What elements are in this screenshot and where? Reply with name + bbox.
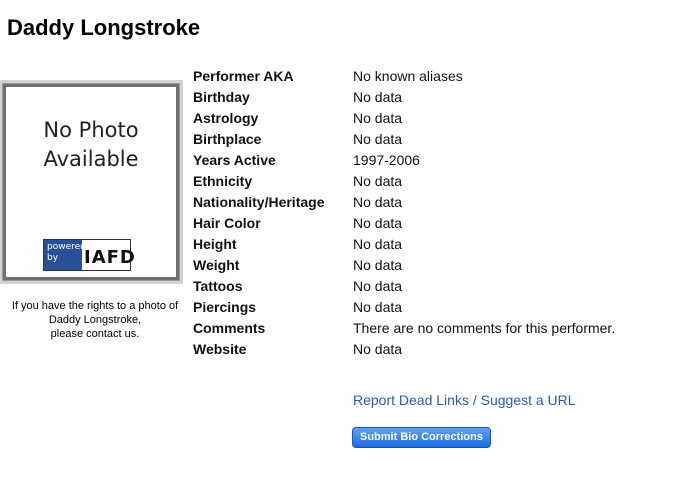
bio-row-astrology: Astrology No data: [193, 108, 663, 129]
bio-label: Hair Color: [193, 215, 261, 231]
bio-row-hair-color: Hair Color No data: [193, 213, 663, 234]
rights-line-3: please contact us.: [50, 328, 140, 340]
bio-label: Performer AKA: [193, 68, 294, 84]
bio-row-birthday: Birthday No data: [193, 87, 663, 108]
bio-label: Nationality/Heritage: [193, 194, 325, 210]
performer-page: Daddy Longstroke No Photo Available powe…: [0, 0, 676, 477]
bio-value: No data: [353, 299, 403, 315]
bio-value: No data: [353, 341, 403, 357]
bio-value: No data: [353, 194, 403, 210]
bio-row-piercings: Piercings No data: [193, 297, 663, 318]
bio-label: Years Active: [193, 152, 276, 168]
bio-value: No data: [353, 89, 403, 105]
bio-label: Website: [193, 341, 247, 357]
bio-value: No known aliases: [353, 68, 463, 84]
bio-label: Height: [193, 236, 237, 252]
bio-value: No data: [353, 257, 403, 273]
bio-value: There are no comments for this performer…: [353, 320, 616, 336]
photo-rights-notice: If you have the rights to a photo of Dad…: [2, 299, 188, 341]
bio-label: Weight: [193, 257, 240, 273]
by-text: by: [47, 253, 59, 263]
bio-label: Birthday: [193, 89, 250, 105]
bio-row-years-active: Years Active 1997-2006: [193, 150, 663, 171]
powered-text: powered: [47, 242, 86, 252]
bio-value: No data: [353, 236, 403, 252]
iafd-brand-text: IAFD: [84, 247, 136, 268]
no-photo-line-1: No Photo: [43, 118, 139, 142]
bio-row-tattoos: Tattoos No data: [193, 276, 663, 297]
bio-label: Ethnicity: [193, 173, 253, 189]
performer-photo-placeholder: No Photo Available powered by IAFD: [2, 83, 180, 281]
bio-row-comments: Comments There are no comments for this p…: [193, 318, 663, 339]
bio-value: 1997-2006: [353, 152, 420, 168]
rights-line-2: Daddy Longstroke,: [48, 314, 142, 326]
bio-value: No data: [353, 173, 403, 189]
bio-row-weight: Weight No data: [193, 255, 663, 276]
bio-label: Tattoos: [193, 278, 243, 294]
bio-label: Comments: [193, 320, 266, 336]
no-photo-text: No Photo Available: [3, 116, 179, 174]
bio-value: No data: [353, 215, 403, 231]
bio-value: No data: [353, 278, 403, 294]
bio-row-performer-aka: Performer AKA No known aliases: [193, 66, 663, 87]
powered-by-label: powered by: [44, 240, 86, 270]
bio-label: Astrology: [193, 110, 259, 126]
bio-table: Performer AKA No known aliases Birthday No…: [193, 66, 663, 360]
submit-bio-corrections-button[interactable]: Submit Bio Corrections: [352, 427, 491, 448]
bio-row-birthplace: Birthplace No data: [193, 129, 663, 150]
bio-value: No data: [353, 131, 403, 147]
bio-row-website: Website No data: [193, 339, 663, 360]
bio-label: Piercings: [193, 299, 257, 315]
bio-row-nationality: Nationality/Heritage No data: [193, 192, 663, 213]
no-photo-line-2: Available: [43, 147, 139, 171]
bio-row-ethnicity: Ethnicity No data: [193, 171, 663, 192]
rights-line-1: If you have the rights to a photo of: [11, 300, 179, 312]
bio-row-height: Height No data: [193, 234, 663, 255]
powered-by-iafd-logo: powered by IAFD: [43, 239, 135, 271]
report-dead-links-link[interactable]: Report Dead Links / Suggest a URL: [353, 392, 576, 408]
bio-label: Birthplace: [193, 131, 262, 147]
page-title: Daddy Longstroke: [7, 15, 201, 40]
bio-value: No data: [353, 110, 403, 126]
